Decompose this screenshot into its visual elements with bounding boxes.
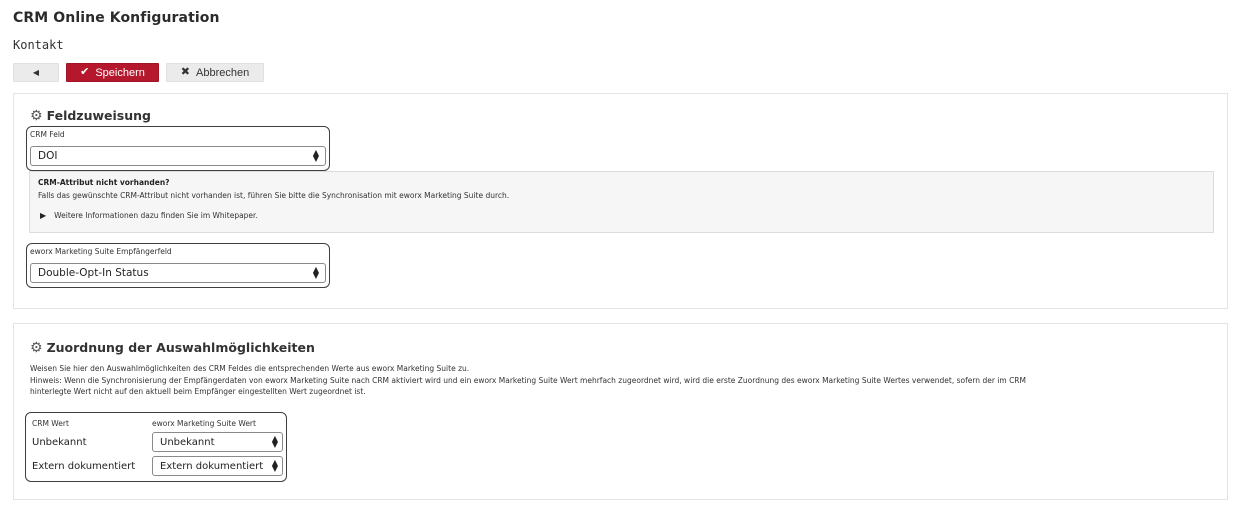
- save-button[interactable]: ✔ Speichern: [66, 63, 159, 82]
- select-caret-icon: ▲ ▼: [271, 434, 278, 449]
- option-mapping-heading: ⚙ Zuordnung der Auswahlmöglichkeiten: [30, 340, 315, 355]
- crm-field-group: CRM Feld DOI ▲ ▼: [26, 126, 330, 171]
- crm-field-value: DOI: [38, 150, 58, 162]
- check-icon: ✔: [80, 66, 90, 78]
- description-line: Hinweis: Wenn die Synchronisierung der E…: [30, 375, 1026, 385]
- recipient-field-value: Double-Opt-In Status: [38, 267, 149, 279]
- cancel-button[interactable]: ✖ Abbrechen: [166, 63, 264, 82]
- whitepaper-link[interactable]: ▶ Weitere Informationen dazu finden Sie …: [40, 211, 258, 220]
- recipient-field-select[interactable]: Double-Opt-In Status ▲ ▼: [30, 263, 326, 283]
- select-caret-icon: ▲ ▼: [271, 458, 278, 473]
- recipient-field-group: eworx Marketing Suite Empfängerfeld Doub…: [26, 243, 330, 288]
- select-caret-icon: ▲ ▼: [312, 148, 319, 163]
- toolbar: ◀ ✔ Speichern ✖ Abbrechen: [13, 63, 264, 82]
- page-title: CRM Online Konfiguration: [13, 10, 220, 26]
- whitepaper-link-label: Weitere Informationen dazu finden Sie im…: [54, 211, 258, 220]
- back-button[interactable]: ◀: [13, 63, 59, 82]
- cancel-button-label: Abbrechen: [196, 66, 250, 79]
- caret-right-icon: ▶: [40, 211, 47, 220]
- x-icon: ✖: [180, 66, 190, 78]
- crm-field-label: CRM Feld: [30, 130, 65, 139]
- description-line: hinterlegte Wert nicht auf den aktuell b…: [30, 387, 366, 396]
- save-button-label: Speichern: [95, 66, 145, 79]
- page-subtitle: Kontakt: [13, 38, 64, 52]
- gear-icon: ⚙: [30, 107, 43, 124]
- select-caret-icon: ▲ ▼: [312, 265, 319, 280]
- caret-left-icon: ◀: [32, 67, 40, 77]
- suite-value: Unbekannt: [160, 436, 215, 448]
- field-assignment-heading: ⚙ Feldzuweisung: [30, 108, 151, 123]
- gear-icon: ⚙: [30, 339, 43, 356]
- col-header-suite: eworx Marketing Suite Wert: [152, 419, 256, 428]
- table-row-crm-value: Extern dokumentiert: [32, 461, 136, 472]
- info-title: CRM-Attribut nicht vorhanden?: [38, 178, 170, 187]
- missing-attribute-info: CRM-Attribut nicht vorhanden? Falls das …: [29, 171, 1214, 233]
- description-line: Weisen Sie hier den Auswahlmöglichkeiten…: [30, 364, 470, 373]
- option-mapping-title: Zuordnung der Auswahlmöglichkeiten: [46, 340, 315, 355]
- field-assignment-panel: ⚙ Feldzuweisung CRM Feld DOI ▲ ▼ CRM-Attr…: [13, 93, 1228, 309]
- field-assignment-title: Feldzuweisung: [46, 108, 151, 123]
- value-mapping-table: CRM Wert eworx Marketing Suite Wert Unbe…: [25, 412, 287, 482]
- suite-value-select[interactable]: Extern dokumentiert ▲ ▼: [152, 456, 283, 476]
- suite-value-select[interactable]: Unbekannt ▲ ▼: [152, 432, 283, 452]
- option-mapping-panel: ⚙ Zuordnung der Auswahlmöglichkeiten Wei…: [13, 323, 1228, 500]
- recipient-field-label: eworx Marketing Suite Empfängerfeld: [30, 247, 172, 256]
- table-row-crm-value: Unbekannt: [32, 437, 87, 448]
- suite-value: Extern dokumentiert: [160, 460, 264, 472]
- option-mapping-description: Weisen Sie hier den Auswahlmöglichkeiten…: [30, 363, 1205, 398]
- col-header-crm: CRM Wert: [32, 419, 69, 428]
- crm-field-select[interactable]: DOI ▲ ▼: [30, 146, 326, 166]
- info-text: Falls das gewünschte CRM-Attribut nicht …: [38, 191, 510, 200]
